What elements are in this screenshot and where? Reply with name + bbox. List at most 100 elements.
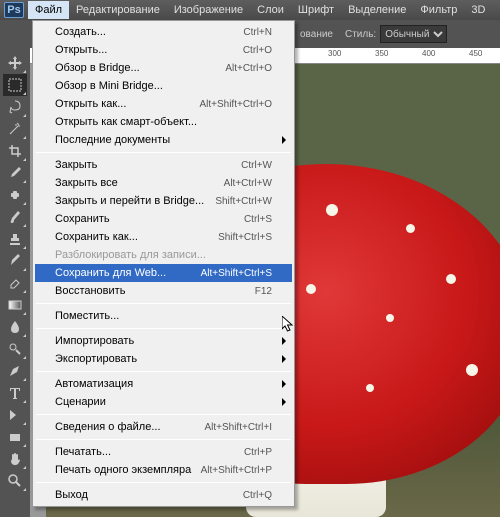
menu-item-label: Открыть как... xyxy=(55,98,199,110)
tools-panel xyxy=(0,48,30,517)
style-select[interactable]: Обычный xyxy=(380,25,447,43)
menu-item-label: Обзор в Mini Bridge... xyxy=(55,80,272,92)
menu-separator xyxy=(36,152,291,153)
tool-crop[interactable] xyxy=(3,140,27,162)
ruler-mark: 300 xyxy=(328,49,341,58)
tool-marquee[interactable] xyxy=(3,74,27,96)
ps-logo-icon: Ps xyxy=(4,2,23,18)
menu-item[interactable]: Сценарии xyxy=(35,393,292,411)
tool-blur[interactable] xyxy=(3,316,27,338)
tool-gradient[interactable] xyxy=(3,294,27,316)
menubar-item-шрифт[interactable]: Шрифт xyxy=(291,1,341,19)
tool-zoom[interactable] xyxy=(3,470,27,492)
menu-item-shortcut: Ctrl+P xyxy=(244,447,272,458)
menubar-item-изображение[interactable]: Изображение xyxy=(167,1,250,19)
menubar-item-редактирование[interactable]: Редактирование xyxy=(69,1,167,19)
menu-item[interactable]: Обзор в Bridge...Alt+Ctrl+O xyxy=(35,59,292,77)
tool-pen[interactable] xyxy=(3,360,27,382)
menu-item-shortcut: Ctrl+S xyxy=(244,214,272,225)
menu-item-label: Экспортировать xyxy=(55,353,272,365)
menubar-item-3d[interactable]: 3D xyxy=(464,1,492,19)
menubar-item-файл[interactable]: Файл xyxy=(28,1,69,19)
menu-item[interactable]: Обзор в Mini Bridge... xyxy=(35,77,292,95)
menu-item[interactable]: Последние документы xyxy=(35,131,292,149)
ruler-mark: 400 xyxy=(422,49,435,58)
menu-item[interactable]: Сохранить как...Shift+Ctrl+S xyxy=(35,228,292,246)
menu-item[interactable]: Создать...Ctrl+N xyxy=(35,23,292,41)
menu-separator xyxy=(36,414,291,415)
cursor-icon xyxy=(282,316,296,334)
menu-item[interactable]: ВыходCtrl+Q xyxy=(35,486,292,504)
app-menubar: Ps ФайлРедактированиеИзображениеСлоиШриф… xyxy=(0,0,500,20)
ruler-mark: 450 xyxy=(469,49,482,58)
menu-item-shortcut: Ctrl+O xyxy=(243,45,272,56)
ruler-mark: 350 xyxy=(375,49,388,58)
menu-item-shortcut: Ctrl+Q xyxy=(243,490,272,501)
menu-item[interactable]: Поместить... xyxy=(35,307,292,325)
menu-separator xyxy=(36,439,291,440)
menu-separator xyxy=(36,482,291,483)
tool-wand[interactable] xyxy=(3,118,27,140)
menu-item-label: Поместить... xyxy=(55,310,272,322)
tool-rect[interactable] xyxy=(3,426,27,448)
menu-item-shortcut: Ctrl+N xyxy=(243,27,272,38)
menu-item-shortcut: Alt+Shift+Ctrl+P xyxy=(201,465,272,476)
menu-item-shortcut: Shift+Ctrl+S xyxy=(218,232,272,243)
tool-dodge[interactable] xyxy=(3,338,27,360)
menu-separator xyxy=(36,328,291,329)
menu-item-shortcut: Alt+Ctrl+W xyxy=(224,178,272,189)
menubar-item-фильтр[interactable]: Фильтр xyxy=(413,1,464,19)
menu-item-label: Автоматизация xyxy=(55,378,272,390)
menu-item[interactable]: Открыть...Ctrl+O xyxy=(35,41,292,59)
tool-type[interactable] xyxy=(3,382,27,404)
menu-separator xyxy=(36,303,291,304)
tool-move[interactable] xyxy=(3,52,27,74)
options-bg-label: ование xyxy=(300,29,333,40)
menu-item[interactable]: Закрыть всеAlt+Ctrl+W xyxy=(35,174,292,192)
tool-path[interactable] xyxy=(3,404,27,426)
menu-separator xyxy=(36,371,291,372)
menu-item-label: Восстановить xyxy=(55,285,255,297)
menu-item[interactable]: Сведения о файле...Alt+Shift+Ctrl+I xyxy=(35,418,292,436)
menu-item[interactable]: ВосстановитьF12 xyxy=(35,282,292,300)
menubar-item-выделение[interactable]: Выделение xyxy=(341,1,413,19)
menu-item[interactable]: Импортировать xyxy=(35,332,292,350)
menu-item[interactable]: Сохранить для Web...Alt+Shift+Ctrl+S xyxy=(35,264,292,282)
menu-item-label: Сведения о файле... xyxy=(55,421,204,433)
menu-item-label: Закрыть все xyxy=(55,177,224,189)
file-menu-dropdown: Создать...Ctrl+NОткрыть...Ctrl+OОбзор в … xyxy=(32,20,295,507)
tool-eraser[interactable] xyxy=(3,272,27,294)
menu-item-label: Сохранить xyxy=(55,213,244,225)
menu-item-shortcut: F12 xyxy=(255,286,272,297)
tool-brush[interactable] xyxy=(3,206,27,228)
menu-item-label: Открыть как смарт-объект... xyxy=(55,116,272,128)
submenu-arrow-icon xyxy=(282,136,286,144)
tool-history[interactable] xyxy=(3,250,27,272)
submenu-arrow-icon xyxy=(282,355,286,363)
menu-item[interactable]: ЗакрытьCtrl+W xyxy=(35,156,292,174)
menu-item-shortcut: Shift+Ctrl+W xyxy=(215,196,272,207)
menu-item-label: Печать одного экземпляра xyxy=(55,464,201,476)
tool-stamp[interactable] xyxy=(3,228,27,250)
menu-item[interactable]: Печать одного экземпляраAlt+Shift+Ctrl+P xyxy=(35,461,292,479)
menubar-item-слои[interactable]: Слои xyxy=(250,1,291,19)
menu-item-label: Импортировать xyxy=(55,335,272,347)
tool-lasso[interactable] xyxy=(3,96,27,118)
menu-item-label: Печатать... xyxy=(55,446,244,458)
menu-item-label: Сценарии xyxy=(55,396,272,408)
tool-heal[interactable] xyxy=(3,184,27,206)
menu-item[interactable]: Печатать...Ctrl+P xyxy=(35,443,292,461)
submenu-arrow-icon xyxy=(282,337,286,345)
menu-item[interactable]: СохранитьCtrl+S xyxy=(35,210,292,228)
menu-item-label: Закрыть xyxy=(55,159,241,171)
menu-item[interactable]: Экспортировать xyxy=(35,350,292,368)
tool-hand[interactable] xyxy=(3,448,27,470)
menu-item[interactable]: Открыть как...Alt+Shift+Ctrl+O xyxy=(35,95,292,113)
menu-item[interactable]: Закрыть и перейти в Bridge...Shift+Ctrl+… xyxy=(35,192,292,210)
menu-item-label: Разблокировать для записи... xyxy=(55,249,272,261)
menu-item-shortcut: Alt+Ctrl+O xyxy=(225,63,272,74)
submenu-arrow-icon xyxy=(282,398,286,406)
menu-item[interactable]: Автоматизация xyxy=(35,375,292,393)
tool-eyedropper[interactable] xyxy=(3,162,27,184)
menu-item[interactable]: Открыть как смарт-объект... xyxy=(35,113,292,131)
